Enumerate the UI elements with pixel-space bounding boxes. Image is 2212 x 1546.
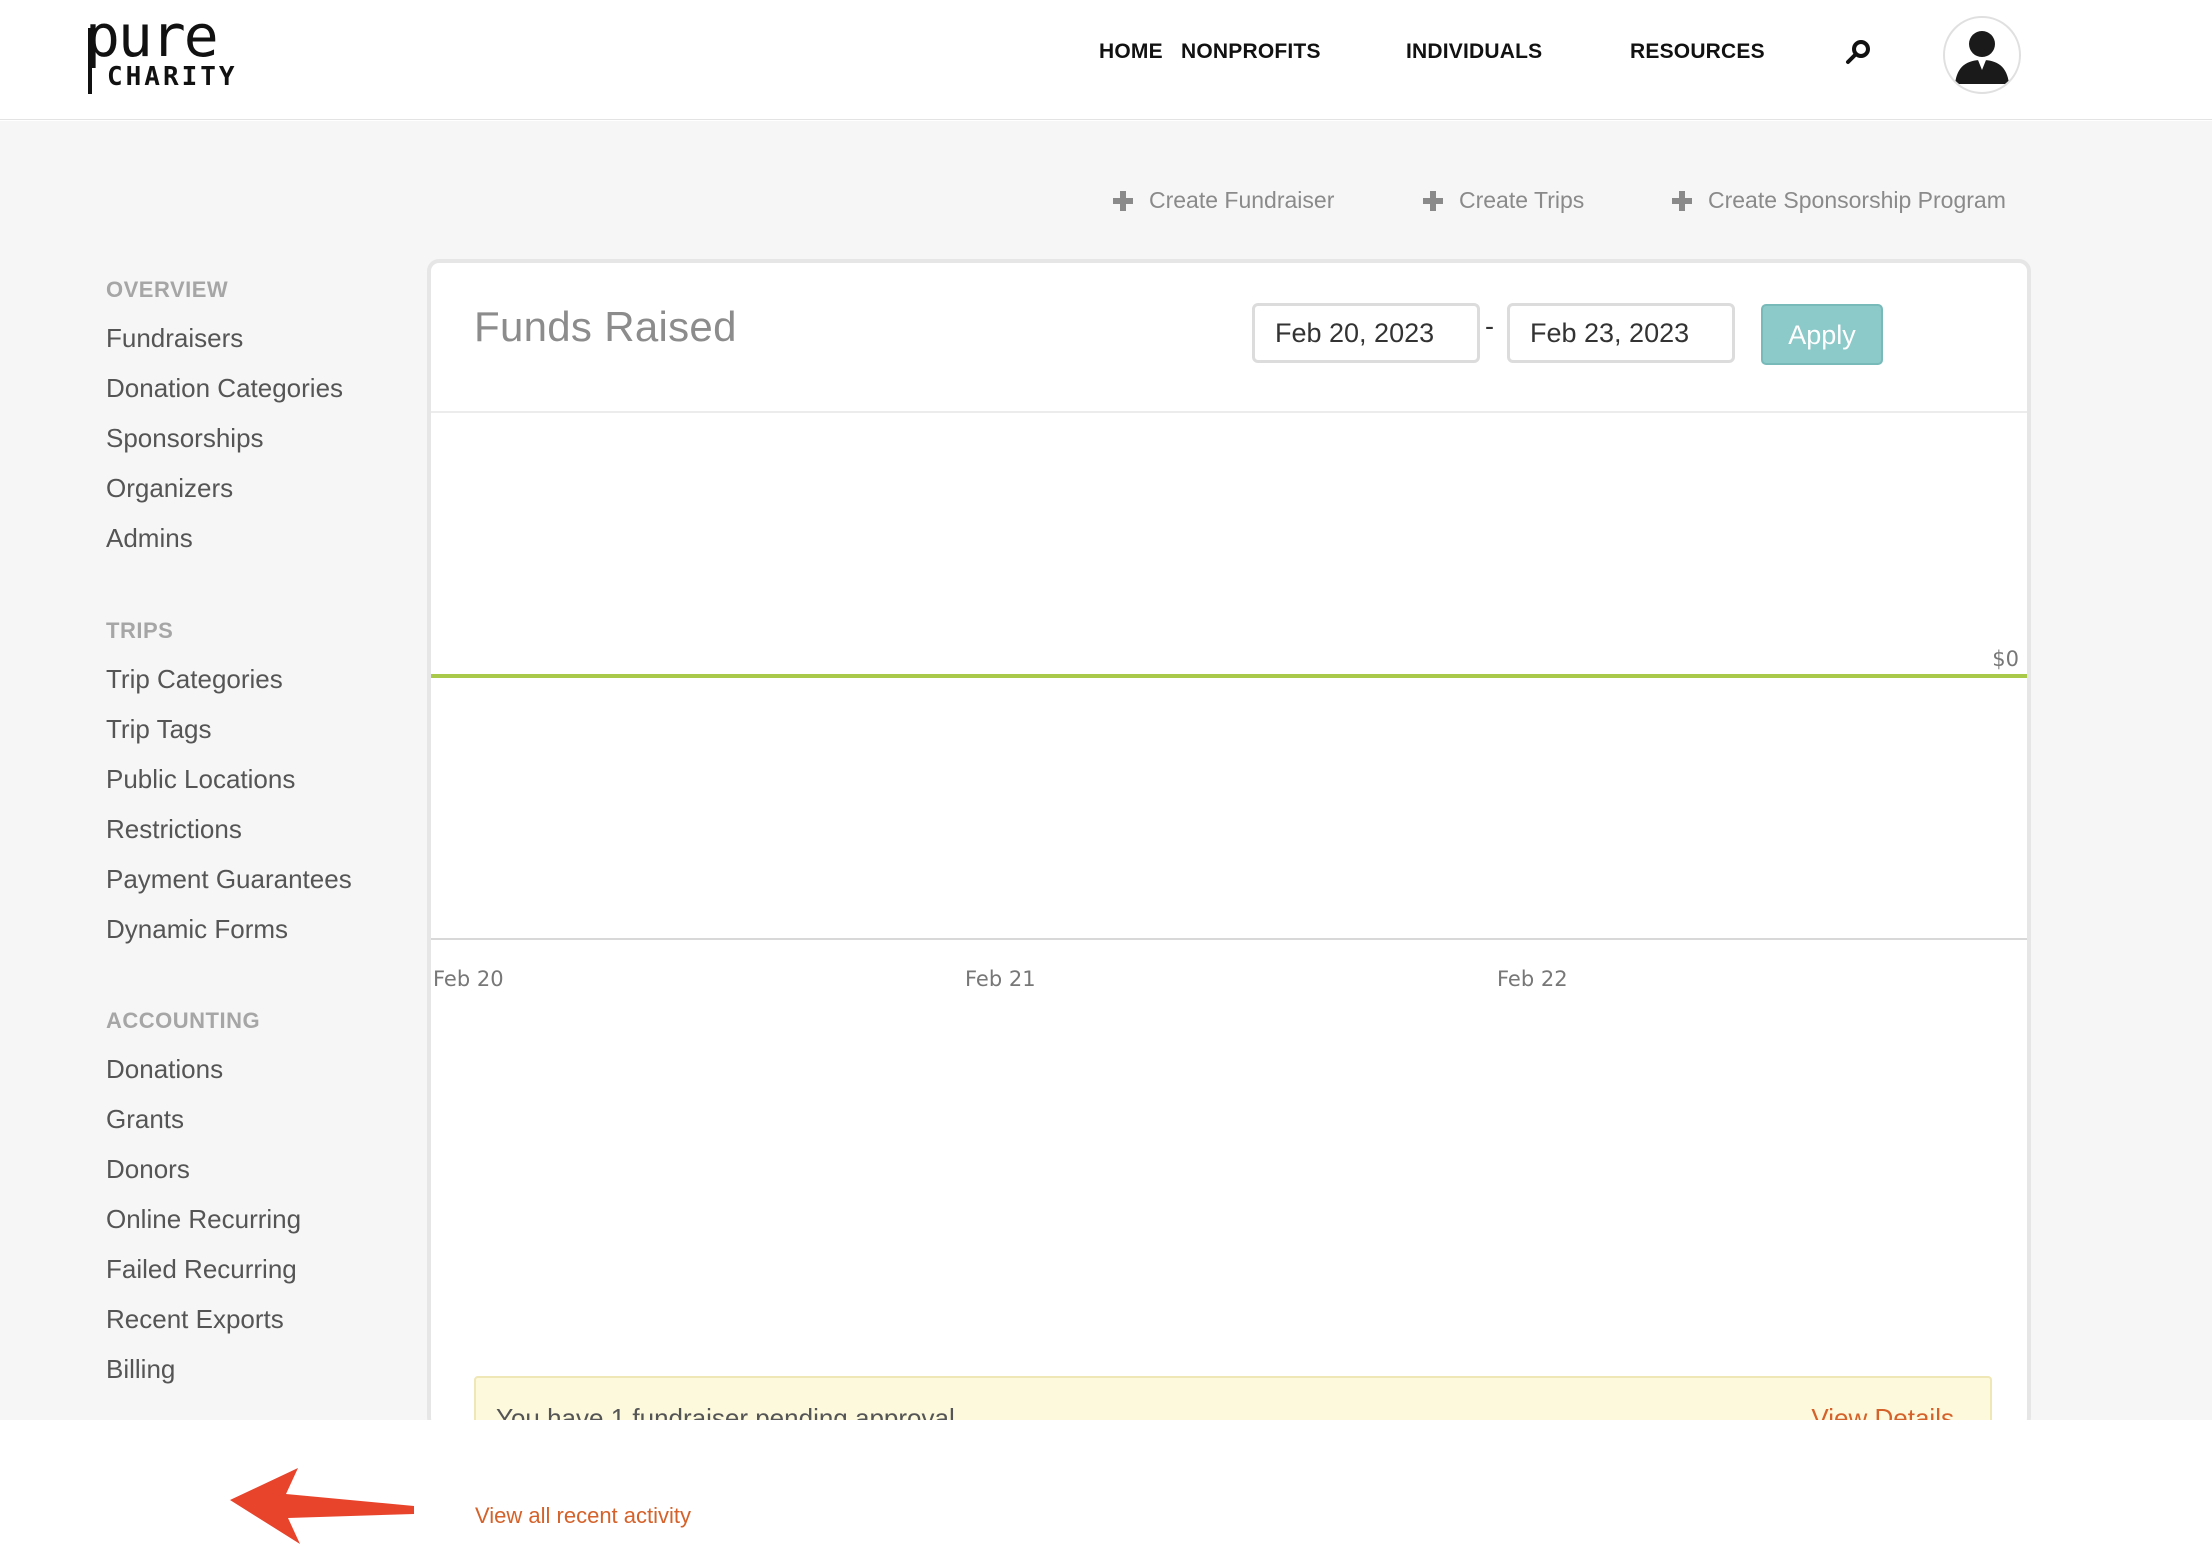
logo-bar (88, 28, 92, 94)
chart-value-label: $0 (1992, 647, 2019, 671)
funds-raised-title: Funds Raised (474, 303, 737, 350)
sidebar-item-restrictions[interactable]: Restrictions (106, 814, 242, 845)
sidebar-item-payment-guarantees[interactable]: Payment Guarantees (106, 864, 352, 895)
sidebar-item-donors[interactable]: Donors (106, 1154, 190, 1185)
plus-icon (1113, 190, 1133, 211)
sidebar-item-sponsorships[interactable]: Sponsorships (106, 423, 264, 454)
user-avatar-icon[interactable] (1943, 16, 2021, 94)
plus-icon (1672, 190, 1692, 211)
pure-charity-logo[interactable]: pure CHARITY (85, 2, 245, 94)
sidebar-heading-trips: TRIPS (106, 618, 174, 643)
sidebar-item-trip-categories[interactable]: Trip Categories (106, 664, 283, 695)
create-sponsorship-link[interactable]: Create Sponsorship Program (1672, 187, 2006, 214)
top-header: pure CHARITY HOME NONPROFITS INDIVIDUALS… (0, 0, 2212, 120)
create-trips-label: Create Trips (1459, 187, 1585, 213)
sidebar-item-donation-categories[interactable]: Donation Categories (106, 373, 343, 404)
sidebar-item-failed-recurring[interactable]: Failed Recurring (106, 1254, 297, 1285)
view-recent-activity-link[interactable]: View all recent activity (475, 1503, 691, 1529)
logo-top-text: pure (85, 2, 219, 70)
nav-individuals[interactable]: INDIVIDUALS (1406, 40, 1542, 64)
sidebar-item-donations[interactable]: Donations (106, 1054, 223, 1085)
create-fundraiser-label: Create Fundraiser (1149, 187, 1335, 213)
sidebar-item-online-recurring[interactable]: Online Recurring (106, 1204, 301, 1235)
bottom-strip (0, 1420, 2212, 1462)
sidebar-item-billing[interactable]: Billing (106, 1354, 175, 1385)
apply-button[interactable]: Apply (1761, 304, 1883, 365)
sidebar-item-trip-tags[interactable]: Trip Tags (106, 714, 212, 745)
nav-resources[interactable]: RESOURCES (1630, 40, 1765, 64)
sidebar-heading-accounting: ACCOUNTING (106, 1008, 261, 1033)
create-sponsorship-label: Create Sponsorship Program (1708, 187, 2006, 213)
search-icon[interactable] (1845, 38, 1873, 66)
sidebar-item-organizers[interactable]: Organizers (106, 473, 233, 504)
start-date-input[interactable]: Feb 20, 2023 (1252, 303, 1480, 363)
sidebar-item-public-locations[interactable]: Public Locations (106, 764, 295, 795)
annotation-arrow-icon (230, 1468, 414, 1544)
nav-home[interactable]: HOME (1099, 40, 1163, 64)
page-body: Create Fundraiser Create Trips Create Sp… (0, 121, 2212, 1544)
sidebar-heading-overview: OVERVIEW (106, 277, 229, 302)
funds-raised-chart: $0 Feb 20 Feb 21 Feb 22 (431, 647, 2027, 991)
create-fundraiser-link[interactable]: Create Fundraiser (1113, 187, 1334, 214)
sidebar-item-grants[interactable]: Grants (106, 1104, 184, 1135)
logo-bottom-text: CHARITY (107, 62, 238, 92)
sidebar-item-admins[interactable]: Admins (106, 523, 193, 554)
chart-tick-label: Feb 21 (965, 967, 1036, 991)
funds-raised-card: Funds Raised Feb 20, 2023 - Feb 23, 2023… (427, 259, 2031, 1528)
end-date-input[interactable]: Feb 23, 2023 (1507, 303, 1735, 363)
date-range-separator: - (1485, 311, 1494, 341)
sidebar-item-fundraisers[interactable]: Fundraisers (106, 323, 243, 354)
chart-tick-label: Feb 22 (1497, 967, 1568, 991)
chart-tick-label: Feb 20 (433, 967, 504, 991)
create-trips-link[interactable]: Create Trips (1423, 187, 1584, 214)
nav-nonprofits[interactable]: NONPROFITS (1181, 40, 1321, 64)
sidebar-item-recent-exports[interactable]: Recent Exports (106, 1304, 284, 1335)
plus-icon (1423, 190, 1443, 211)
sidebar-item-dynamic-forms[interactable]: Dynamic Forms (106, 914, 288, 945)
